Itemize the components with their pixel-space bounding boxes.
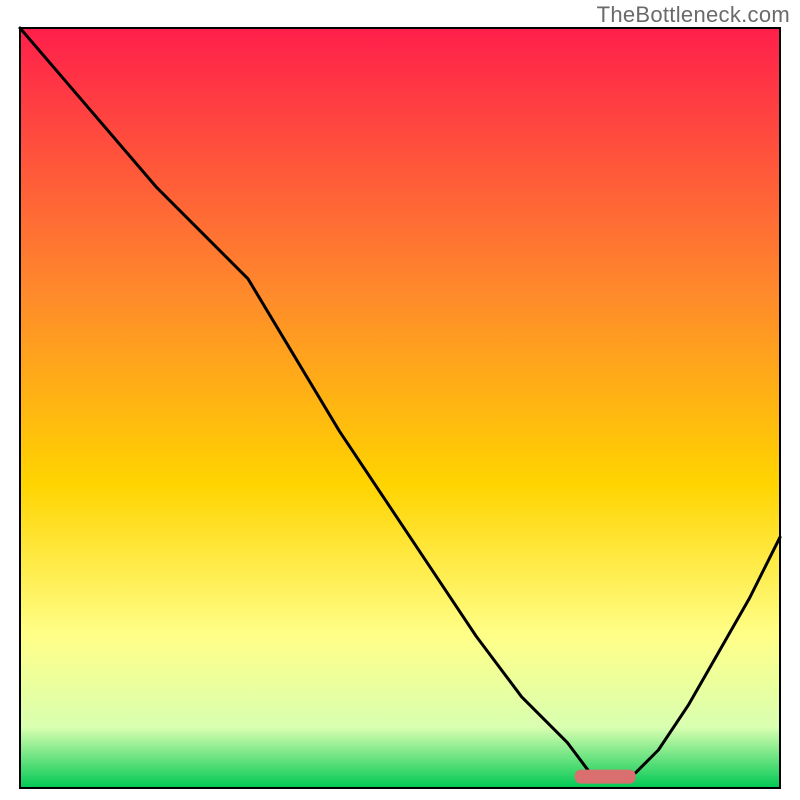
bottleneck-chart [0,0,800,800]
chart-container: TheBottleneck.com [0,0,800,800]
watermark-label: TheBottleneck.com [597,2,790,28]
optimal-marker [575,770,636,784]
plot-background [20,28,780,788]
